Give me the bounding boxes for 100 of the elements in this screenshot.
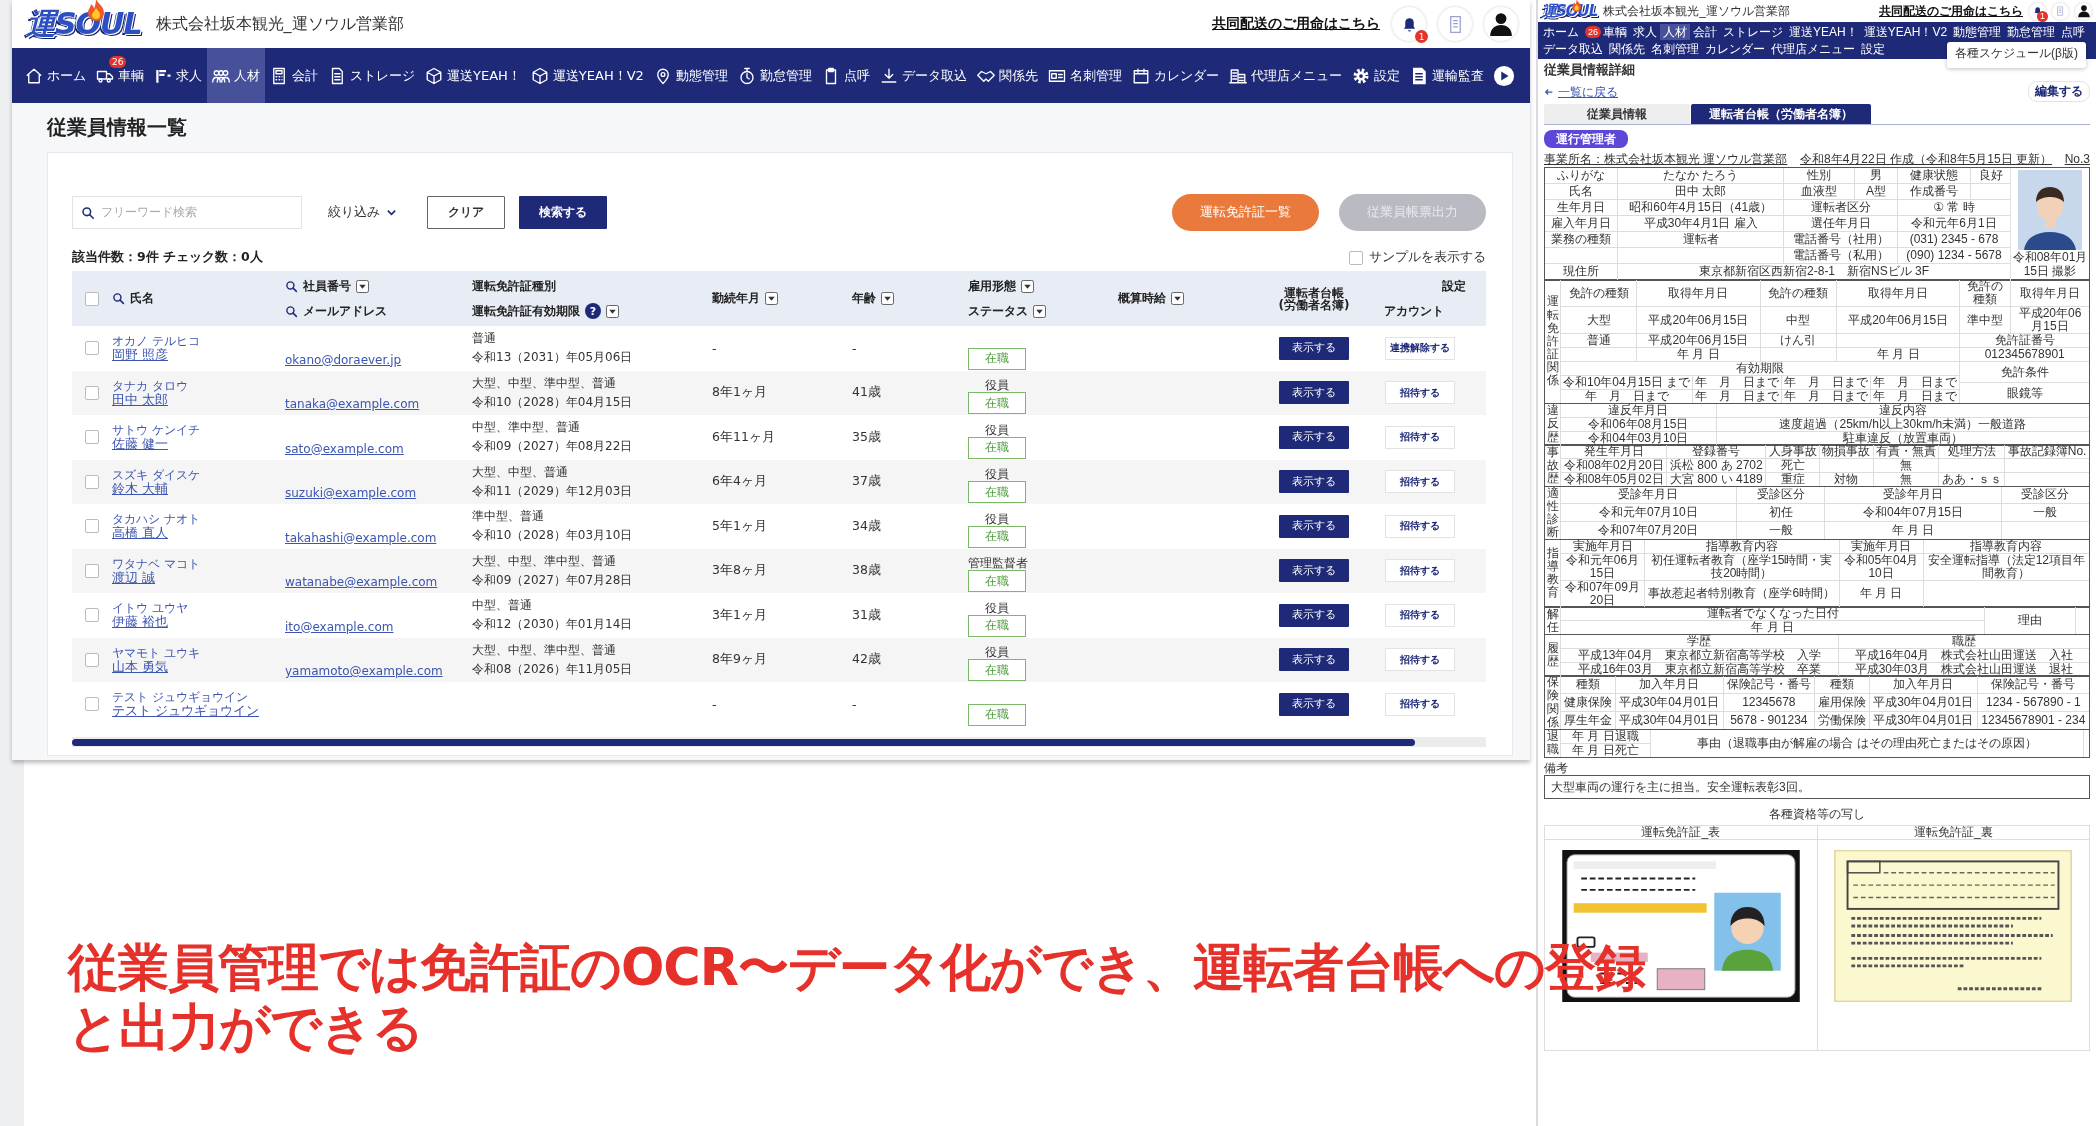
account-button[interactable]: 招待する xyxy=(1385,603,1455,627)
nav-item[interactable]: データ取込 xyxy=(1540,41,1606,57)
scrollbar-track[interactable] xyxy=(72,736,1486,747)
account-button[interactable]: 連携解除する xyxy=(1385,336,1455,360)
nav-item[interactable]: 設定 xyxy=(1346,48,1405,103)
nav-item[interactable]: 点呼 xyxy=(816,48,875,103)
nav-item[interactable]: データ取込 xyxy=(874,48,972,103)
email-link[interactable]: suzuki@example.com xyxy=(285,486,417,500)
row-checkbox[interactable] xyxy=(85,430,99,445)
dropdown-icon[interactable] xyxy=(1021,279,1034,293)
search-field[interactable]: フリーワード検索 xyxy=(72,195,302,229)
nav-item[interactable]: 運輸監査 xyxy=(1404,48,1489,103)
row-checkbox[interactable] xyxy=(85,341,99,356)
nav-item[interactable]: 名刺管理 xyxy=(1042,48,1127,103)
view-button[interactable]: 表示する xyxy=(1279,381,1349,405)
nav-item[interactable]: 人材 xyxy=(207,48,265,103)
employee-link[interactable]: 高橋 直人 xyxy=(112,526,168,541)
dropdown-icon[interactable] xyxy=(765,292,778,305)
row-checkbox[interactable] xyxy=(85,519,99,534)
account-button[interactable]: 招待する xyxy=(1385,692,1455,716)
view-button[interactable]: 表示する xyxy=(1279,514,1349,538)
notification-button[interactable]: 1 xyxy=(1392,7,1426,41)
view-button[interactable]: 表示する xyxy=(1279,559,1349,583)
view-button[interactable]: 表示する xyxy=(1279,470,1349,494)
user-button[interactable] xyxy=(2075,2,2092,20)
account-button[interactable]: 招待する xyxy=(1385,470,1455,494)
nav-item[interactable]: ホーム xyxy=(1540,24,1582,40)
account-button[interactable]: 招待する xyxy=(1385,381,1455,405)
email-link[interactable]: sato@example.com xyxy=(285,441,404,456)
nav-item[interactable]: 会計 xyxy=(1690,24,1720,40)
nav-item[interactable]: 勤怠管理 xyxy=(2004,24,2059,40)
dropdown-icon[interactable] xyxy=(606,304,619,318)
tab[interactable]: 運転者台帳（労働者名簿） xyxy=(1691,104,1871,124)
email-link[interactable]: watanabe@example.com xyxy=(285,575,438,589)
nav-item[interactable]: 名刺管理 xyxy=(1648,41,1702,57)
nav-item[interactable]: 運送YEAH！ xyxy=(1786,24,1861,40)
view-button[interactable]: 表示する xyxy=(1279,603,1349,627)
search-button[interactable]: 検索する xyxy=(519,195,607,229)
back-arrow-icon[interactable] xyxy=(1544,86,1554,97)
nav-item[interactable]: ホーム xyxy=(20,48,91,103)
tab[interactable]: 従業員情報 xyxy=(1544,104,1690,124)
employee-link[interactable]: 伊藤 裕也 xyxy=(112,615,168,630)
nav-item[interactable]: 26 車輌 xyxy=(1582,24,1630,40)
row-checkbox[interactable] xyxy=(85,474,99,489)
nav-item[interactable]: 運送YEAH！V2 xyxy=(1860,24,1951,40)
nav-item[interactable]: 動態管理 xyxy=(1950,24,2005,40)
view-button[interactable]: 表示する xyxy=(1279,336,1349,360)
select-all-checkbox[interactable] xyxy=(85,291,99,306)
filter-dropdown[interactable]: 絞り込み xyxy=(324,199,401,225)
nav-item[interactable]: 点呼 xyxy=(2058,24,2089,40)
employee-link[interactable]: 岡野 照彦 xyxy=(112,348,168,363)
nav-item[interactable]: 求人 xyxy=(1630,24,1660,40)
nav-item[interactable]: 代理店メニュー xyxy=(1223,48,1347,103)
employee-link[interactable]: テスト ジュウギョウイン xyxy=(112,704,259,719)
clear-button[interactable]: クリア xyxy=(427,195,505,229)
dropdown-icon[interactable] xyxy=(1171,292,1184,305)
play-icon[interactable] xyxy=(1492,64,1515,87)
nav-item[interactable]: 運送YEAH！V2 xyxy=(525,48,649,103)
nav-item[interactable]: 会計 xyxy=(265,48,323,103)
nav-item[interactable]: 関係先 xyxy=(1606,41,1648,57)
nav-item[interactable]: 人材 xyxy=(1660,24,1690,40)
nav-item[interactable]: 関係先 xyxy=(971,48,1043,103)
email-link[interactable]: takahashi@example.com xyxy=(285,530,437,545)
employee-link[interactable]: 渡辺 誠 xyxy=(112,570,155,585)
account-button[interactable]: 招待する xyxy=(1385,514,1455,538)
employee-link[interactable]: 佐藤 健一 xyxy=(112,437,168,452)
contact-link[interactable]: 共同配送のご用命はこちら xyxy=(1879,4,2023,18)
nav-item[interactable]: 代理店メニュー xyxy=(1768,41,1858,57)
row-checkbox[interactable] xyxy=(85,652,99,667)
nav-item[interactable]: 運送YEAH！ xyxy=(420,48,526,103)
nav-item[interactable]: ストレージ xyxy=(1720,24,1786,40)
employee-link[interactable]: 田中 太郎 xyxy=(112,392,168,407)
edit-button[interactable]: 編集する xyxy=(2028,81,2090,102)
nav-item[interactable]: 設定 xyxy=(1858,41,1888,57)
dropdown-icon[interactable] xyxy=(356,279,369,293)
dropdown-icon[interactable] xyxy=(881,292,894,305)
email-link[interactable]: tanaka@example.com xyxy=(285,397,420,411)
help-icon[interactable]: ? xyxy=(585,303,601,319)
view-button[interactable]: 表示する xyxy=(1279,648,1349,672)
employee-link[interactable]: 山本 勇気 xyxy=(112,659,168,674)
menu-item[interactable]: 各種スケジュール(β版) xyxy=(1947,42,2086,68)
email-link[interactable]: ito@example.com xyxy=(285,619,394,634)
nav-item[interactable]: ストレージ xyxy=(323,48,420,103)
nav-item[interactable]: カレンダー xyxy=(1702,41,1768,57)
back-link[interactable]: 一覧に戻る xyxy=(1558,84,1618,99)
row-checkbox[interactable] xyxy=(85,697,99,712)
email-link[interactable]: okano@doraever.jp xyxy=(285,352,402,367)
row-checkbox[interactable] xyxy=(85,563,99,578)
nav-item[interactable]: 勤怠管理 xyxy=(732,48,817,103)
user-button[interactable] xyxy=(1484,7,1518,41)
checkbox[interactable] xyxy=(1349,250,1363,265)
email-link[interactable]: yamamoto@example.com xyxy=(285,664,443,678)
employee-link[interactable]: 鈴木 大輔 xyxy=(112,481,168,496)
account-button[interactable]: 招待する xyxy=(1385,648,1455,672)
scrollbar-thumb[interactable] xyxy=(72,738,1416,746)
view-button[interactable]: 表示する xyxy=(1279,692,1349,716)
view-button[interactable]: 表示する xyxy=(1279,425,1349,449)
contact-link[interactable]: 共同配送のご用命はこちら xyxy=(1212,15,1380,33)
nav-item[interactable]: 求人 xyxy=(149,48,207,103)
nav-item[interactable]: カレンダー xyxy=(1126,48,1224,103)
